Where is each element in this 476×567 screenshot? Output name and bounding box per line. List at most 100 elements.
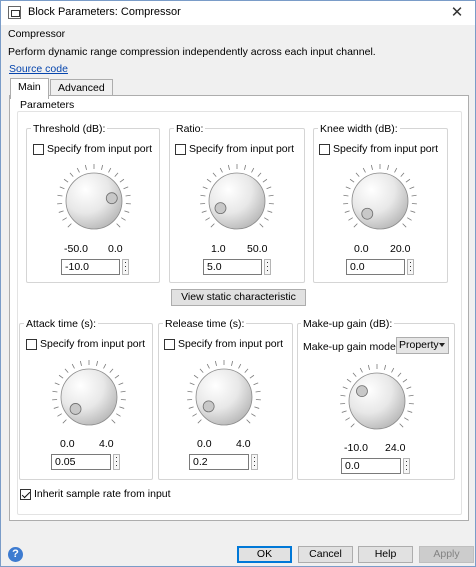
knob-tick [118, 382, 124, 386]
knob-graphic [187, 360, 261, 426]
knob-tick [84, 164, 87, 170]
release-min: 0.0 [197, 438, 212, 450]
ok-button[interactable]: OK [237, 546, 292, 563]
knob-tick [362, 167, 366, 173]
release-spin-button[interactable] [251, 454, 258, 470]
threshold-port-checkbox[interactable] [33, 144, 44, 155]
makeup-mode-value: Property [399, 339, 439, 351]
knob-graphic [57, 164, 131, 230]
knob-tick [246, 419, 251, 424]
view-static-characteristic-button[interactable]: View static characteristic [171, 289, 306, 306]
knob-tick [227, 164, 230, 170]
knob-indicator [69, 403, 82, 415]
ratio-title: Ratio: [174, 123, 206, 135]
knob-tick [193, 374, 199, 379]
attack-value-input[interactable]: 0.05 [51, 454, 111, 470]
knob-tick [52, 390, 58, 393]
knob-indicator [202, 400, 215, 413]
knob-tick [59, 186, 65, 190]
attack-title: Attack time (s): [24, 318, 99, 330]
knob-tick [63, 178, 69, 183]
knob-tick [57, 194, 63, 197]
ratio-spin-button[interactable] [264, 259, 271, 275]
knob-tick [348, 217, 353, 221]
knee-port-label: Specify from input port [333, 143, 439, 155]
knee-port-checkbox[interactable] [319, 144, 330, 155]
knob-graphic [340, 364, 414, 430]
apply-button[interactable]: Apply [419, 546, 474, 563]
knob-tick [109, 368, 114, 373]
knob-tick [120, 390, 126, 393]
knob-tick [370, 164, 373, 170]
release-port-checkbox[interactable] [164, 339, 175, 350]
inherit-sample-rate-checkbox[interactable] [20, 489, 31, 500]
makeup-mode-select[interactable]: Property [396, 337, 449, 354]
ratio-port-checkbox[interactable] [175, 144, 186, 155]
ratio-port-label: Specify from input port [189, 143, 295, 155]
knob-tick [187, 390, 193, 393]
makeup-spin-button[interactable] [403, 458, 410, 474]
knob-tick [206, 178, 212, 183]
knob-tick [411, 194, 417, 197]
close-icon: ✕ [450, 4, 464, 21]
cancel-button[interactable]: Cancel [298, 546, 353, 563]
knob-graphic [52, 360, 126, 426]
threshold-port-label: Specify from input port [47, 143, 153, 155]
knob-tick [349, 178, 355, 183]
block-name: Compressor [8, 28, 66, 40]
knob-tick [192, 413, 197, 417]
block-icon [8, 6, 21, 19]
knob-tick [267, 210, 273, 213]
ratio-knob[interactable] [197, 161, 277, 241]
knob-tick [253, 382, 259, 386]
knob-tick [257, 172, 262, 177]
release-value-input[interactable]: 0.2 [189, 454, 249, 470]
knob-tick [189, 382, 195, 386]
title-bar: Block Parameters: Compressor ✕ [1, 1, 475, 25]
source-code-link[interactable]: Source code [9, 63, 68, 75]
knee-knob[interactable] [340, 161, 420, 241]
knob-tick [400, 172, 405, 177]
help-icon[interactable]: ? [8, 547, 23, 562]
knob-tick [111, 419, 116, 424]
release-port-label: Specify from input port [178, 338, 284, 350]
attack-spin-button[interactable] [113, 454, 120, 470]
knob-tick [244, 164, 247, 170]
ratio-value-input[interactable]: 5.0 [203, 259, 262, 275]
chevron-down-icon [439, 343, 445, 347]
knob-tick [69, 172, 74, 177]
knob-tick [406, 386, 412, 390]
knob-tick [249, 374, 255, 379]
attack-port-checkbox[interactable] [26, 339, 37, 350]
attack-knob[interactable] [49, 357, 129, 437]
knob-tick [405, 178, 411, 183]
knob-tick [244, 368, 249, 373]
knob-tick [231, 360, 234, 366]
knob-tick [359, 367, 363, 373]
help-button[interactable]: Help [358, 546, 413, 563]
knob-tick [266, 186, 272, 190]
inherit-sample-rate-label: Inherit sample rate from input [34, 488, 171, 500]
knee-value-input[interactable]: 0.0 [346, 259, 405, 275]
threshold-value-input[interactable]: -10.0 [61, 259, 120, 275]
knob-tick [114, 374, 120, 379]
knee-spin-button[interactable] [407, 259, 414, 275]
makeup-knob[interactable] [337, 361, 417, 441]
threshold-spin-button[interactable] [122, 259, 129, 275]
knob-indicator [356, 385, 368, 398]
knob-tick [76, 167, 80, 173]
knob-tick [345, 417, 350, 421]
knob-tick [62, 419, 67, 424]
attack-max: 4.0 [99, 438, 114, 450]
knob-tick [124, 210, 130, 213]
makeup-value-input[interactable]: 0.0 [341, 458, 401, 474]
release-knob[interactable] [184, 357, 264, 437]
knob-tick [408, 394, 414, 397]
knob-tick [264, 217, 269, 221]
close-button[interactable]: ✕ [445, 3, 469, 23]
knob-indicator [361, 207, 374, 220]
threshold-knob[interactable] [54, 161, 134, 241]
knob-tick [57, 413, 62, 417]
knob-tick [67, 223, 72, 228]
tab-main[interactable]: Main [10, 78, 49, 99]
